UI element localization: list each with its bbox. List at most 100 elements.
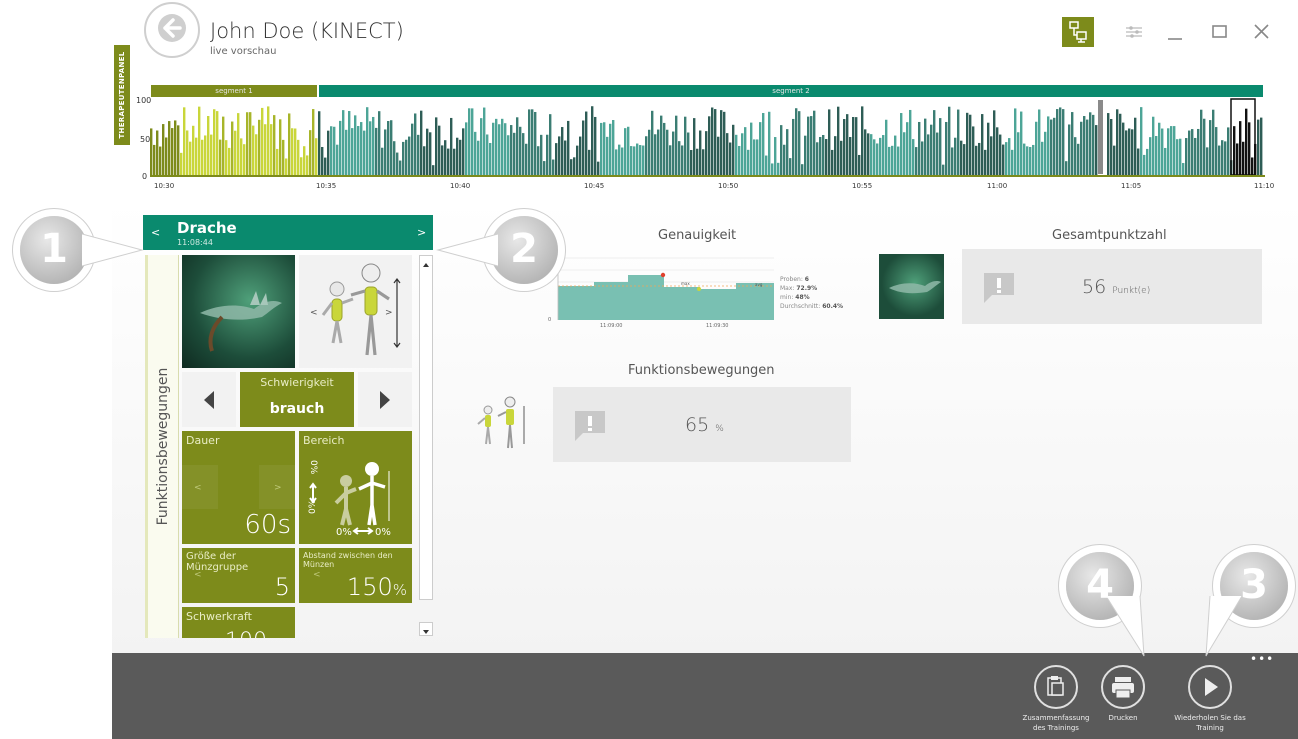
accuracy-x-1: 11:09:00	[600, 323, 623, 329]
scroll-up-icon[interactable]	[420, 259, 432, 271]
print-button[interactable]	[1101, 665, 1145, 709]
timeline-y-0: 0	[142, 172, 148, 181]
timeline-bar	[1086, 119, 1089, 176]
timeline-bar	[954, 137, 957, 176]
maximize-button[interactable]	[1204, 17, 1236, 47]
timeline-bar	[552, 159, 555, 176]
timeline-bar	[1047, 116, 1050, 176]
timeline-bar	[291, 128, 294, 176]
play-icon	[1205, 678, 1218, 696]
timeline-bar	[894, 135, 897, 176]
coin-spacing-decrease-button[interactable]: <	[313, 570, 321, 580]
dragon-icon	[200, 291, 282, 352]
timeline-y-50: 50	[140, 135, 151, 144]
timeline-bar	[942, 164, 945, 176]
total-score-title: Gesamtpunktzahl	[1052, 228, 1167, 243]
range-vertical-bottom-wrap: 0%	[307, 499, 319, 525]
range-vertical-bottom: 0%	[308, 499, 318, 514]
timeline-bar	[885, 119, 888, 176]
timeline-bar	[585, 111, 588, 176]
timeline-chart[interactable]	[150, 98, 1265, 178]
timeline-bar	[930, 124, 933, 176]
duration-label: Dauer	[186, 434, 220, 447]
timeline-bar	[879, 137, 882, 176]
timeline-segment-2[interactable]: segment 2	[319, 85, 1263, 97]
timeline-bar	[612, 120, 615, 176]
timeline-bar	[906, 122, 909, 176]
range-tile[interactable]: Bereich 0% 0% 0% 0%	[299, 431, 412, 544]
timeline-bar	[423, 146, 426, 176]
more-options-button[interactable]: •••	[1250, 652, 1274, 666]
timeline-bar	[246, 112, 249, 176]
timeline-bar	[987, 122, 990, 176]
timeline-bar	[1221, 140, 1224, 176]
coin-group-size-tile[interactable]: Größe der Münzgruppe < 5	[182, 548, 295, 603]
printer-icon	[1112, 677, 1134, 699]
timeline-bar	[603, 122, 606, 176]
timeline-bar	[1008, 138, 1011, 176]
coin-group-decrease-button[interactable]: <	[194, 570, 202, 580]
prev-game-button[interactable]: <	[151, 226, 160, 239]
timeline-bar	[1149, 137, 1152, 176]
timeline-bar	[951, 147, 954, 176]
callout-2-pointer	[436, 233, 498, 267]
duration-tile[interactable]: Dauer < > 60s	[182, 431, 295, 544]
gravity-tile[interactable]: Schwerkraft 100	[182, 607, 295, 638]
print-label: Drucken	[1108, 714, 1138, 722]
timeline-bar	[690, 149, 693, 176]
timeline-bar	[1137, 148, 1140, 176]
timeline-bar	[543, 161, 546, 176]
scroll-down-button[interactable]	[419, 622, 433, 636]
timeline-bar	[912, 139, 915, 176]
timeline-bar	[1212, 109, 1215, 176]
timeline-bar	[693, 118, 696, 176]
training-summary-button[interactable]	[1034, 665, 1078, 709]
timeline-segment-1[interactable]: segment 1	[151, 85, 317, 97]
timeline-bar	[765, 155, 768, 176]
timeline-bar	[843, 119, 846, 176]
timeline-bar	[1005, 142, 1008, 176]
timeline-bar	[732, 124, 735, 176]
back-button[interactable]	[144, 2, 200, 58]
duration-increase-glyph: >	[274, 483, 282, 493]
difficulty-increase-button[interactable]	[358, 372, 412, 427]
timeline-playhead[interactable]	[1098, 100, 1103, 174]
functional-movements-title: Funktionsbewegungen	[628, 363, 775, 378]
timeline-bar	[264, 124, 267, 176]
therapist-panel-tab[interactable]: THERAPEUTENPANEL	[114, 45, 130, 145]
timeline-bar	[435, 117, 438, 176]
timeline-bar	[417, 134, 420, 176]
timeline-bar	[216, 111, 219, 176]
timeline-bar	[1197, 128, 1200, 176]
range-figures-icon	[309, 462, 390, 535]
timeline-bar	[615, 149, 618, 176]
range-horizontal-left: 0%	[336, 527, 352, 538]
next-game-button[interactable]: >	[417, 226, 426, 239]
timeline-bar	[1017, 132, 1020, 176]
close-button[interactable]	[1246, 17, 1278, 47]
timeline-bar	[594, 116, 597, 176]
timeline-bar	[171, 128, 174, 176]
timeline-bar	[927, 134, 930, 176]
timeline-bar	[231, 121, 234, 176]
timeline-bar	[1140, 107, 1143, 176]
timeline-bar	[390, 120, 393, 176]
minimize-button[interactable]	[1160, 17, 1192, 47]
timeline-bar	[786, 129, 789, 176]
timeline-bar	[780, 125, 783, 176]
monitor-view-button[interactable]	[1062, 17, 1094, 47]
timeline-bar	[888, 146, 891, 176]
timeline-bar	[708, 116, 711, 176]
timeline-bar	[354, 115, 357, 176]
settings-sliders-button[interactable]	[1118, 17, 1150, 47]
timeline-bar	[321, 146, 324, 176]
timeline-bar	[1062, 109, 1065, 176]
functional-movements-sidebar[interactable]: Funktionsbewegungen	[145, 255, 179, 638]
panel-scrollbar[interactable]	[419, 255, 433, 600]
coin-spacing-tile[interactable]: Abstand zwischen den Münzen < 150%	[299, 548, 412, 603]
timeline-bar	[276, 148, 279, 176]
timeline-bar	[255, 134, 258, 176]
repeat-training-button[interactable]	[1188, 665, 1232, 709]
timeline-bar	[249, 112, 252, 176]
difficulty-decrease-button[interactable]	[182, 372, 236, 427]
